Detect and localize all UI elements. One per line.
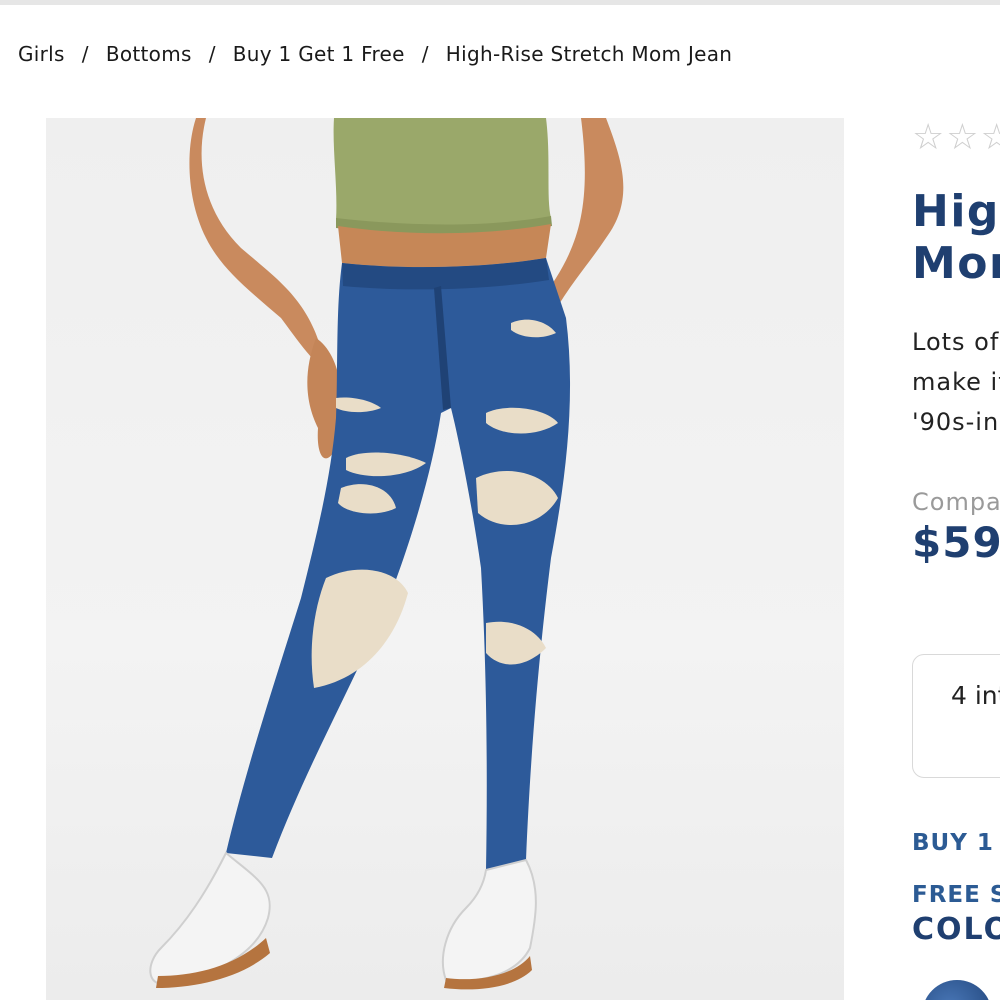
description-line1: Lots of <box>912 328 1000 356</box>
promo-free-shipping: FREE SHIPPING <box>912 882 1000 908</box>
sale-price: $59 <box>912 518 1000 567</box>
description-line2: make it <box>912 368 1000 396</box>
color-swatch[interactable] <box>922 980 992 1000</box>
breadcrumb-bogo[interactable]: Buy 1 Get 1 Free <box>233 42 405 66</box>
top-divider <box>0 0 1000 5</box>
product-title-line2: Mom Jean <box>912 238 1000 289</box>
product-description: Lots of make it '90s-ins <box>912 322 1000 442</box>
description-line3: '90s-ins <box>912 408 1000 436</box>
color-label: COLOR <box>912 912 1000 947</box>
product-photo-illustration <box>149 118 624 990</box>
breadcrumb: Girls / Bottoms / Buy 1 Get 1 Free / Hig… <box>18 42 732 66</box>
rating-stars[interactable]: ☆☆☆☆☆ <box>912 118 1000 158</box>
installments-box[interactable]: 4 interest-free payments <box>912 654 1000 778</box>
breadcrumb-girls[interactable]: Girls <box>18 42 65 66</box>
promo-bogo: BUY 1 GET 1 FREE <box>912 830 1000 856</box>
installments-text: 4 interest-free payments <box>951 681 1000 710</box>
product-title: High-Rise Stretch Mom Jean <box>912 186 1000 290</box>
breadcrumb-separator: / <box>208 42 216 66</box>
breadcrumb-bottoms[interactable]: Bottoms <box>106 42 192 66</box>
breadcrumb-current: High-Rise Stretch Mom Jean <box>445 42 733 66</box>
product-page: Girls / Bottoms / Buy 1 Get 1 Free / Hig… <box>0 0 1000 1000</box>
product-image[interactable] <box>46 118 844 1000</box>
product-title-line1: High-Rise Stretch <box>912 186 1000 237</box>
breadcrumb-separator: / <box>421 42 429 66</box>
breadcrumb-separator: / <box>81 42 89 66</box>
compare-price-label: Compare <box>912 488 1000 516</box>
